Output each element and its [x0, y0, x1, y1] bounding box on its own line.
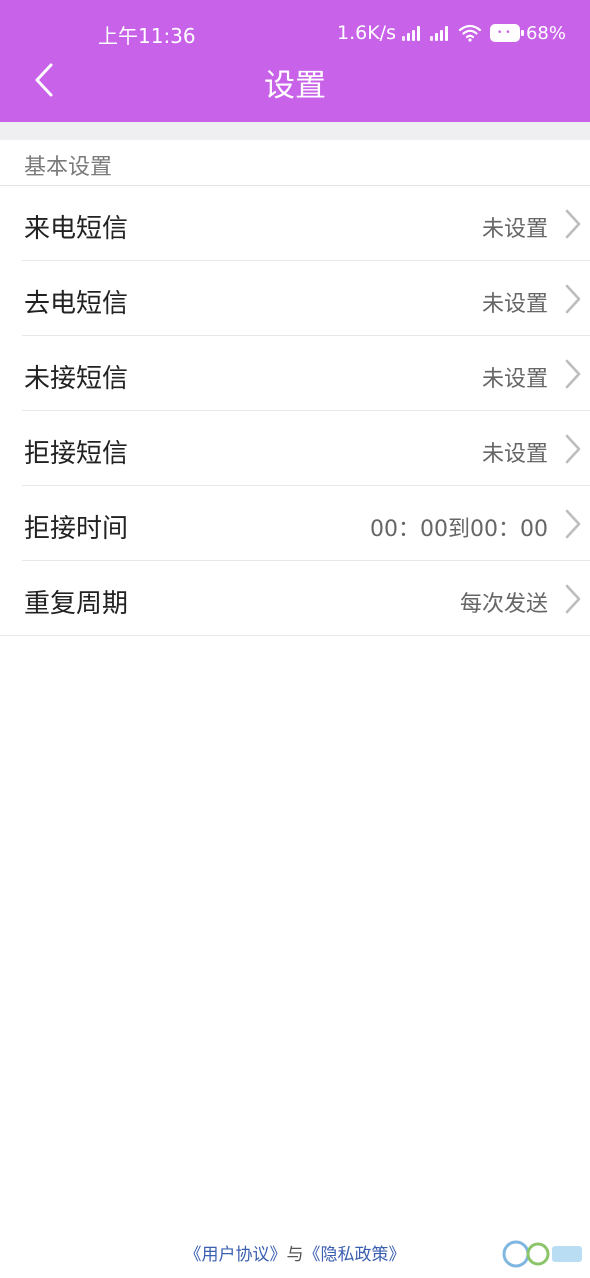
chevron-right-icon — [565, 509, 581, 539]
wifi-icon — [458, 24, 482, 42]
setting-value: 未设置 — [481, 217, 548, 242]
setting-value: 未设置 — [481, 292, 548, 317]
setting-row-rejected-sms[interactable]: 拒接短信 未设置 — [0, 411, 590, 486]
divider — [0, 635, 590, 636]
settings-screen: 上午11:36 1.6K/s •• 68% 设置 基本设置 来电短信 未设置 去… — [0, 0, 590, 1278]
signal-icon — [401, 25, 422, 41]
footer-joiner: 与 — [286, 1245, 304, 1265]
net-speed: 1.6K/s — [337, 22, 396, 44]
setting-label: 未接短信 — [24, 364, 129, 394]
battery-icon: •• — [489, 24, 524, 42]
setting-label: 拒接短信 — [24, 439, 129, 469]
chevron-right-icon — [565, 584, 581, 614]
signal-icon — [429, 25, 450, 41]
watermark-logo — [502, 1240, 582, 1268]
chevron-right-icon — [565, 359, 581, 389]
setting-row-missed-sms[interactable]: 未接短信 未设置 — [0, 336, 590, 411]
setting-row-reject-time[interactable]: 拒接时间 00：00到00：00 — [0, 486, 590, 561]
status-time: 上午11:36 — [98, 24, 196, 48]
setting-label: 重复周期 — [24, 589, 129, 619]
user-agreement-link[interactable]: 《用户协议》 — [185, 1245, 287, 1265]
setting-row-outgoing-sms[interactable]: 去电短信 未设置 — [0, 261, 590, 336]
setting-value: 未设置 — [481, 442, 548, 467]
settings-list: 来电短信 未设置 去电短信 未设置 未接短信 未设置 拒接短信 未设置 拒接时间… — [0, 186, 590, 636]
chevron-right-icon — [565, 434, 581, 464]
setting-label: 来电短信 — [24, 214, 129, 244]
privacy-policy-link[interactable]: 《隐私政策》 — [304, 1245, 406, 1265]
page-title: 设置 — [264, 68, 326, 104]
setting-value: 未设置 — [481, 367, 548, 392]
chevron-right-icon — [565, 284, 581, 314]
setting-row-incoming-sms[interactable]: 来电短信 未设置 — [0, 186, 590, 261]
chevron-right-icon — [565, 209, 581, 239]
header-bar: 上午11:36 1.6K/s •• 68% 设置 — [0, 0, 590, 122]
setting-label: 去电短信 — [24, 289, 129, 319]
setting-value: 00：00到00：00 — [370, 517, 548, 542]
battery-percent: 68% — [525, 22, 566, 44]
setting-value: 每次发送 — [459, 592, 548, 617]
status-indicators: 1.6K/s •• 68% — [337, 20, 566, 46]
section-spacer — [0, 122, 590, 140]
setting-label: 拒接时间 — [24, 514, 129, 544]
section-label: 基本设置 — [24, 155, 113, 180]
setting-row-repeat-period[interactable]: 重复周期 每次发送 — [0, 561, 590, 636]
